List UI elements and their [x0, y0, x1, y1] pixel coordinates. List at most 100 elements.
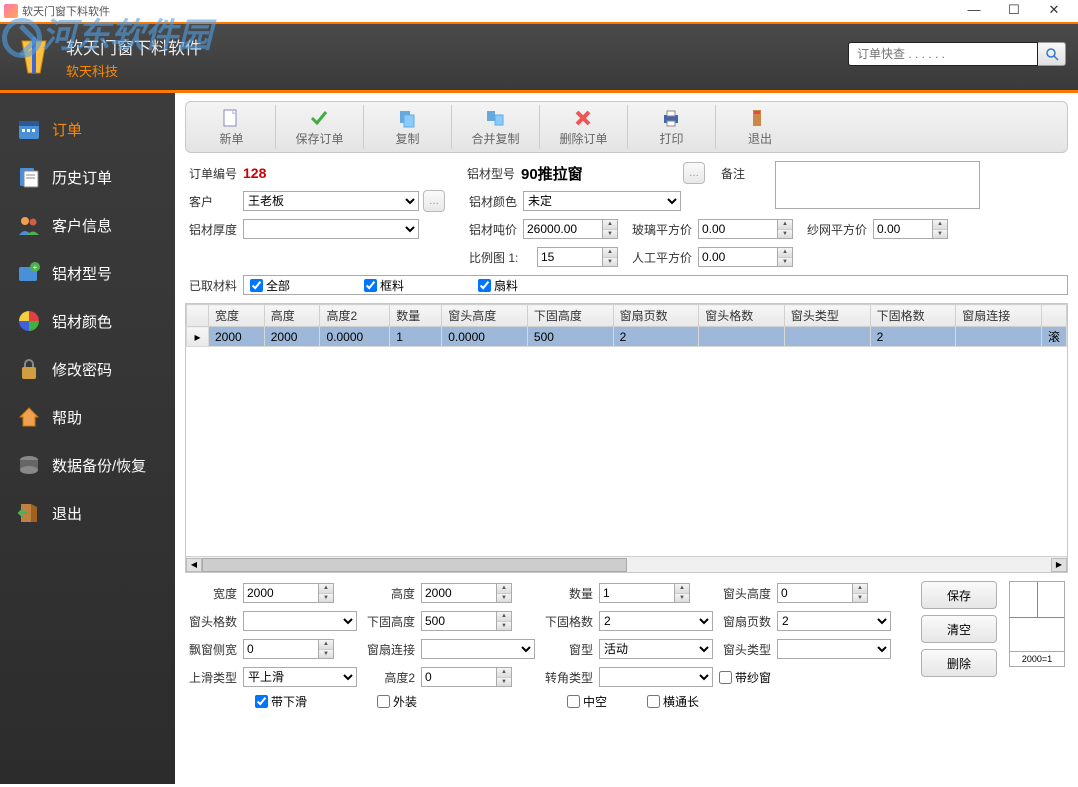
remark-input[interactable] — [775, 161, 980, 209]
sidebar-item-password[interactable]: 修改密码 — [0, 345, 175, 393]
ratio-spinner[interactable]: ▲▼ — [603, 247, 618, 267]
minimize-button[interactable]: — — [954, 1, 994, 21]
col-height[interactable]: 高度 — [264, 305, 320, 327]
bf-lowfix-g[interactable]: 2 — [599, 611, 713, 631]
table-row[interactable]: ▸ 2000 2000 0.0000 1 0.0000 500 2 2 滚 — [187, 327, 1067, 347]
save-button[interactable]: 保存 — [921, 581, 997, 609]
chk-hollow[interactable]: 中空 — [567, 693, 607, 710]
net-price-label: 纱网平方价 — [803, 221, 873, 238]
new-doc-icon — [221, 108, 243, 128]
search-input[interactable] — [848, 42, 1038, 66]
sidebar-item-help[interactable]: 帮助 — [0, 393, 175, 441]
customer-select[interactable]: 王老板 — [243, 191, 419, 211]
grid-hscrollbar[interactable]: ◀ ▶ — [186, 556, 1067, 572]
bf-fan-conn[interactable] — [421, 639, 535, 659]
lock-icon — [16, 356, 42, 382]
col-extra[interactable] — [1041, 305, 1066, 327]
sidebar-item-exit[interactable]: 退出 — [0, 489, 175, 537]
close-button[interactable]: ✕ — [1034, 1, 1074, 21]
col-width[interactable]: 宽度 — [209, 305, 265, 327]
bf-corner[interactable] — [599, 667, 713, 687]
labor-price-input[interactable] — [698, 247, 778, 267]
bf-height[interactable] — [421, 583, 497, 603]
delete-x-icon — [573, 108, 595, 128]
exit-icon — [749, 108, 771, 128]
ton-price-input[interactable] — [523, 219, 603, 239]
col-fan-conn[interactable]: 窗扇连接 — [956, 305, 1042, 327]
bf-bay-sw[interactable] — [243, 639, 319, 659]
grid-corner — [187, 305, 209, 327]
chk-hbar[interactable]: 横通长 — [647, 693, 699, 710]
col-lowfix-g[interactable]: 下固格数 — [870, 305, 956, 327]
sidebar-item-history[interactable]: 历史订单 — [0, 153, 175, 201]
bf-fan-pages[interactable]: 2 — [777, 611, 891, 631]
add-model-icon: + — [16, 260, 42, 286]
col-head-g[interactable]: 窗头格数 — [699, 305, 785, 327]
col-height2[interactable]: 高度2 — [320, 305, 390, 327]
sidebar-item-orders[interactable]: 订单 — [0, 105, 175, 153]
col-head-h[interactable]: 窗头高度 — [442, 305, 528, 327]
chk-outwear[interactable]: 外装 — [377, 693, 417, 710]
color-select[interactable]: 未定 — [523, 191, 681, 211]
toolbar-save[interactable]: 保存订单 — [276, 105, 364, 149]
search-button[interactable] — [1038, 42, 1066, 66]
scroll-left-button[interactable]: ◀ — [186, 558, 202, 572]
glass-price-input[interactable] — [698, 219, 778, 239]
chk-fan[interactable]: 扇料 — [478, 277, 518, 294]
labor-price-spinner[interactable]: ▲▼ — [778, 247, 793, 267]
bf-qty[interactable] — [599, 583, 675, 603]
sidebar-item-customers[interactable]: 客户信息 — [0, 201, 175, 249]
model-picker-button[interactable]: … — [683, 162, 705, 184]
sidebar-item-label: 数据备份/恢复 — [52, 455, 146, 476]
col-head-type[interactable]: 窗头类型 — [784, 305, 870, 327]
window-preview: 2000=1 — [1009, 581, 1065, 667]
sidebar-item-label: 退出 — [52, 503, 82, 524]
toolbar-delete[interactable]: 删除订单 — [540, 105, 628, 149]
sidebar-item-colors[interactable]: 铝材颜色 — [0, 297, 175, 345]
sidebar-item-label: 帮助 — [52, 407, 82, 428]
bf-width[interactable] — [243, 583, 319, 603]
sidebar-item-backup[interactable]: 数据备份/恢复 — [0, 441, 175, 489]
chk-downslide[interactable]: 带下滑 — [255, 693, 307, 710]
bf-head-h[interactable] — [777, 583, 853, 603]
color-wheel-icon — [16, 308, 42, 334]
ton-price-spinner[interactable]: ▲▼ — [603, 219, 618, 239]
bf-h2[interactable] — [421, 667, 497, 687]
toolbar-new[interactable]: 新单 — [188, 105, 276, 149]
sidebar-item-models[interactable]: + 铝材型号 — [0, 249, 175, 297]
col-lowfix-h[interactable]: 下固高度 — [527, 305, 613, 327]
thickness-select[interactable] — [243, 219, 419, 239]
bf-wtype[interactable]: 活动 — [599, 639, 713, 659]
net-price-input[interactable] — [873, 219, 933, 239]
materials-label: 已取材料 — [185, 277, 243, 294]
chk-frame[interactable]: 框料 — [364, 277, 404, 294]
toolbar-merge-copy[interactable]: 合并复制 — [452, 105, 540, 149]
model-value: 90推拉窗 — [521, 163, 679, 184]
header-title: 软天门窗下料软件 — [66, 34, 202, 59]
scroll-right-button[interactable]: ▶ — [1051, 558, 1067, 572]
remark-label: 备注 — [717, 165, 775, 182]
toolbar-exit[interactable]: 退出 — [716, 105, 804, 149]
chk-screen[interactable]: 带纱窗 — [719, 669, 771, 686]
bf-upslide[interactable]: 平上滑 — [243, 667, 357, 687]
bf-head-type[interactable] — [777, 639, 891, 659]
toolbar-print[interactable]: 打印 — [628, 105, 716, 149]
search-icon — [1045, 47, 1059, 61]
toolbar-copy[interactable]: 复制 — [364, 105, 452, 149]
col-fan-pages[interactable]: 窗扇页数 — [613, 305, 699, 327]
delete-button[interactable]: 删除 — [921, 649, 997, 677]
scroll-thumb[interactable] — [202, 558, 627, 572]
ratio-input[interactable] — [537, 247, 603, 267]
net-price-spinner[interactable]: ▲▼ — [933, 219, 948, 239]
bf-head-g[interactable] — [243, 611, 357, 631]
chk-all[interactable]: 全部 — [250, 277, 290, 294]
header-bar: 软天门窗下料软件 软天科技 — [0, 22, 1078, 90]
data-grid[interactable]: 宽度 高度 高度2 数量 窗头高度 下固高度 窗扇页数 窗头格数 窗头类型 下固… — [185, 303, 1068, 573]
app-logo — [12, 35, 56, 79]
maximize-button[interactable]: ☐ — [994, 1, 1034, 21]
bf-lowfix-h[interactable] — [421, 611, 497, 631]
clear-button[interactable]: 清空 — [921, 615, 997, 643]
col-qty[interactable]: 数量 — [390, 305, 442, 327]
customer-picker-button[interactable]: … — [423, 190, 445, 212]
glass-price-spinner[interactable]: ▲▼ — [778, 219, 793, 239]
